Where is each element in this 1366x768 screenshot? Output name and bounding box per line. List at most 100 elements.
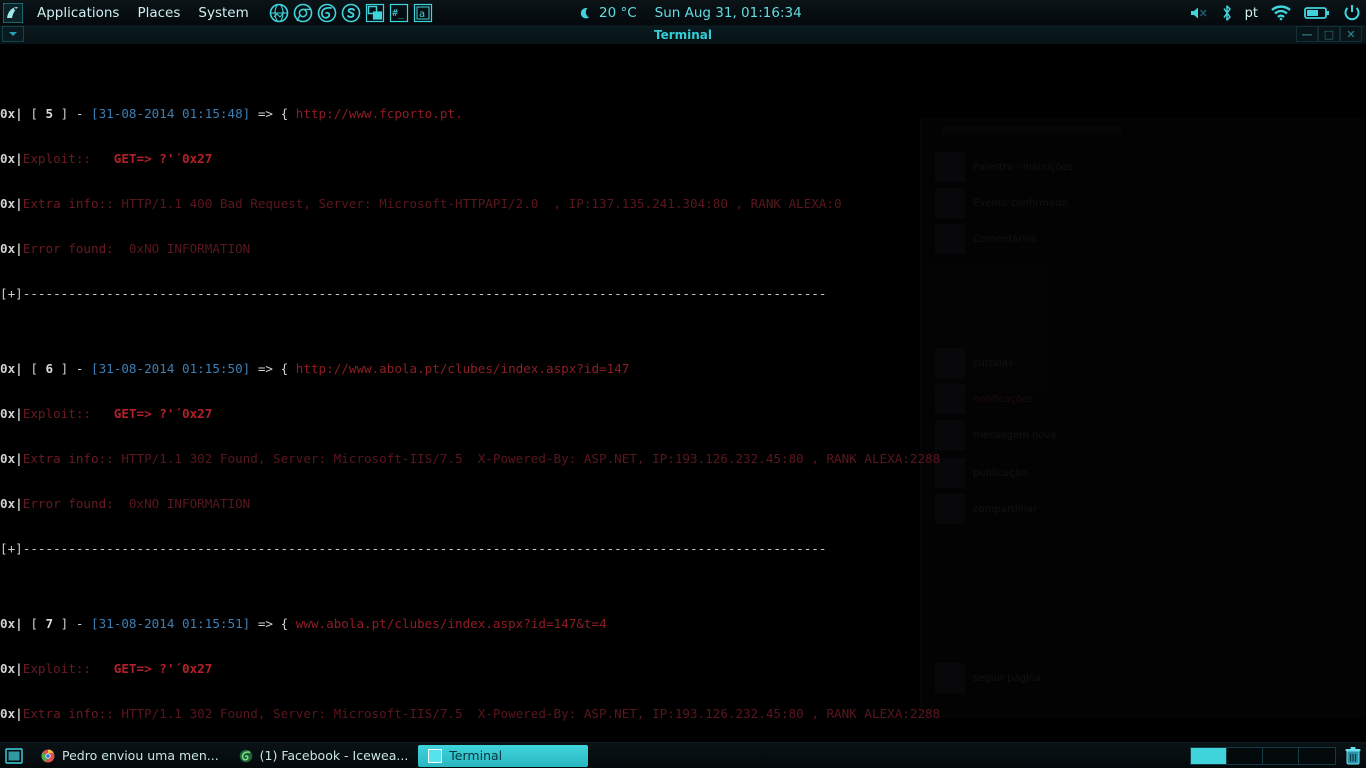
volume-muted-icon[interactable] (1189, 5, 1209, 21)
exploit-value: GET=> ?'´0x27 (113, 406, 213, 421)
error-label: Error found: (22, 241, 114, 256)
taskbar-item-chrome[interactable]: Pedro enviou uma men... (31, 745, 229, 767)
menu-system[interactable]: System (189, 1, 257, 25)
terminal-icon[interactable]: #_ (388, 2, 410, 24)
menu-places[interactable]: Places (128, 1, 189, 25)
battery-icon[interactable] (1304, 6, 1330, 20)
moon-icon (578, 6, 593, 21)
window-switcher-icon[interactable] (364, 2, 386, 24)
error-value: 0xNO INFORMATION (128, 241, 251, 256)
line-prefix: 0x| (0, 616, 23, 631)
terminal-line: 0x|Extra info:: HTTP/1.1 302 Found, Serv… (0, 706, 1366, 721)
entry-arrow: => { (257, 616, 289, 631)
workspace-3[interactable] (1263, 747, 1299, 764)
workspace-1[interactable] (1191, 747, 1227, 764)
chromium-icon[interactable] (292, 2, 314, 24)
line-prefix: 0x| (0, 661, 23, 676)
line-prefix: 0x| (0, 406, 23, 421)
terminal-window: Terminal — □ ✕ Palestra - inscrições Eve… (0, 26, 1366, 742)
show-desktop-icon[interactable] (3, 746, 25, 766)
workspace-4[interactable] (1299, 747, 1335, 764)
bluetooth-icon[interactable] (1221, 4, 1233, 22)
terminal-line: 0x|Error found: 0xNO INFORMATION (0, 496, 1366, 511)
window-menu-button[interactable] (2, 26, 24, 42)
window-title: Terminal (653, 28, 713, 42)
window-controls: — □ ✕ (1296, 26, 1362, 42)
line-prefix: 0x| (0, 106, 23, 121)
entry-url[interactable]: http://www.fcporto.pt. (296, 106, 463, 121)
line-prefix: 0x| (0, 451, 23, 466)
distro-logo-icon[interactable] (2, 2, 24, 24)
taskbar-label: Terminal (449, 748, 503, 763)
separator-text: [+]-------------------------------------… (0, 286, 827, 301)
panel-clock-area: 20 °C Sun Aug 31, 01:16:34 (578, 0, 802, 26)
entry-timestamp: [31-08-2014 01:15:48] (91, 106, 251, 121)
exploit-label: Exploit:: (22, 151, 91, 166)
extra-info-label: Extra info:: (22, 196, 114, 211)
line-prefix: 0x| (0, 496, 23, 511)
minimize-button[interactable]: — (1296, 26, 1318, 42)
desktop-screen: Applications Places System #_ a 20 °C Su… (0, 0, 1366, 768)
extra-info-value: HTTP/1.1 302 Found, Server: Microsoft-II… (121, 706, 941, 721)
trash-icon[interactable] (1344, 746, 1362, 766)
terminal-line: 0x| [ 5 ] - [31-08-2014 01:15:48] => { h… (0, 106, 463, 121)
globe-browser-icon[interactable] (268, 2, 290, 24)
extra-info-value: HTTP/1.1 302 Found, Server: Microsoft-II… (121, 451, 941, 466)
terminal-output[interactable]: 0x| [ 5 ] - [31-08-2014 01:15:48] => { h… (0, 44, 1366, 742)
line-prefix: 0x| (0, 196, 23, 211)
taskbar-label: (1) Facebook - Icewea... (259, 748, 409, 763)
svg-text:#_: #_ (392, 8, 405, 19)
workspace-2[interactable] (1227, 747, 1263, 764)
exploit-label: Exploit:: (22, 661, 91, 676)
svg-text:a: a (419, 9, 425, 20)
entry-arrow: => { (257, 361, 289, 376)
system-tray: pt (1189, 0, 1362, 26)
wifi-icon[interactable] (1270, 5, 1292, 21)
skype-icon[interactable] (340, 2, 362, 24)
terminal-separator: [+]-------------------------------------… (0, 286, 1366, 301)
line-prefix: 0x| (0, 706, 23, 721)
taskbar-item-terminal[interactable]: Terminal (418, 744, 589, 767)
entry-index: 6 (45, 361, 54, 376)
exploit-value: GET=> ?'´0x27 (113, 661, 213, 676)
error-label: Error found: (22, 496, 114, 511)
maximize-button[interactable]: □ (1318, 26, 1340, 42)
taskbar-label: Pedro enviou uma men... (62, 748, 219, 763)
entry-url[interactable]: http://www.abola.pt/clubes/index.aspx?id… (296, 361, 630, 376)
extra-info-label: Extra info:: (22, 706, 114, 721)
extra-info-value: HTTP/1.1 400 Bad Request, Server: Micros… (121, 196, 842, 211)
line-prefix: 0x| (0, 361, 23, 376)
entry-timestamp: [31-08-2014 01:15:50] (91, 361, 251, 376)
terminal-line: 0x|Exploit:: GET=> ?'´0x27 (0, 151, 1366, 166)
entry-url[interactable]: www.abola.pt/clubes/index.aspx?id=147&t=… (296, 616, 607, 631)
bottom-panel-right (1190, 746, 1362, 766)
terminal-titlebar[interactable]: Terminal — □ ✕ (0, 26, 1366, 44)
line-prefix: 0x| (0, 241, 23, 256)
entry-index: 5 (45, 106, 54, 121)
error-value: 0xNO INFORMATION (128, 496, 251, 511)
terminal-icon (428, 748, 443, 763)
iceweasel-icon[interactable] (316, 2, 338, 24)
entry-arrow: => { (257, 106, 289, 121)
archive-icon[interactable]: a (412, 2, 434, 24)
terminal-line: 0x| [ 6 ] - [31-08-2014 01:15:50] => { h… (0, 361, 630, 376)
menu-applications[interactable]: Applications (28, 1, 128, 25)
taskbar-item-iceweasel[interactable]: (1) Facebook - Icewea... (229, 745, 419, 767)
terminal-line: 0x|Error found: 0xNO INFORMATION (0, 241, 1366, 256)
iceweasel-icon (239, 749, 253, 763)
panel-clock[interactable]: Sun Aug 31, 01:16:34 (655, 5, 802, 21)
line-prefix: 0x| (0, 151, 23, 166)
power-icon[interactable] (1342, 3, 1362, 23)
top-panel: Applications Places System #_ a 20 °C Su… (0, 0, 1366, 26)
terminal-line: 0x|Extra info:: HTTP/1.1 400 Bad Request… (0, 196, 1366, 211)
terminal-separator: [+]-------------------------------------… (0, 541, 1366, 556)
panel-launchers: #_ a (268, 2, 434, 24)
keyboard-layout-indicator[interactable]: pt (1245, 6, 1258, 21)
weather-temperature[interactable]: 20 °C (599, 5, 637, 21)
entry-index: 7 (45, 616, 54, 631)
terminal-line: 0x|Extra info:: HTTP/1.1 302 Found, Serv… (0, 451, 1366, 466)
terminal-line: 0x| [ 7 ] - [31-08-2014 01:15:51] => { w… (0, 616, 607, 631)
workspace-switcher[interactable] (1190, 746, 1336, 765)
entry-timestamp: [31-08-2014 01:15:51] (91, 616, 251, 631)
close-button[interactable]: ✕ (1340, 26, 1362, 42)
